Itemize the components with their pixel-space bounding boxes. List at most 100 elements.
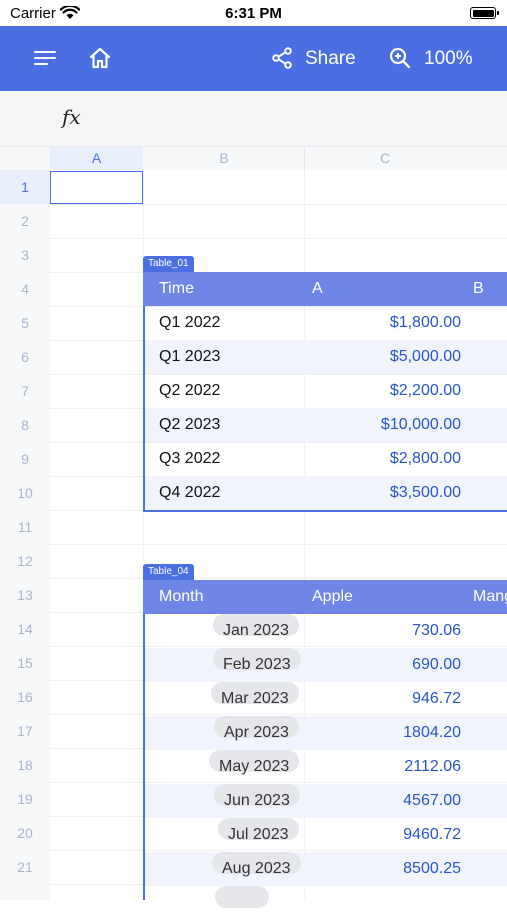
table-row[interactable]: Q1 2022 $1,800.00 (145, 306, 507, 340)
table-row[interactable]: Jul 2023 9460.72 (145, 818, 507, 852)
date-pill[interactable]: Mar 2023 (211, 682, 299, 707)
clock: 6:31 PM (225, 5, 282, 22)
column-header-c[interactable]: C (305, 147, 465, 170)
date-pill[interactable]: Feb 2023 (213, 648, 301, 673)
row-header-14[interactable]: 14 (0, 612, 50, 646)
table-01[interactable]: Table_01 Time A B Q1 2022 $1,800.00 Q1 2… (143, 256, 507, 512)
table-cell-value[interactable]: 946.72 (412, 682, 461, 716)
table-cell-value[interactable]: 690.00 (412, 648, 461, 682)
row-header-19[interactable]: 19 (0, 782, 50, 816)
date-pill[interactable]: Jul 2023 (218, 818, 299, 843)
table-cell-value[interactable]: 9460.72 (403, 818, 461, 852)
table-row[interactable]: Jun 2023 4567.00 (145, 784, 507, 818)
row-header-7[interactable]: 7 (0, 374, 50, 408)
table-header-row: Month Apple Mang (143, 580, 507, 614)
zoom-level[interactable]: 100% (424, 48, 473, 70)
table-row[interactable]: Mar 2023 946.72 (145, 682, 507, 716)
menu-icon[interactable] (34, 48, 56, 68)
table-cell-label[interactable]: Q1 2022 (159, 306, 220, 340)
row-header-3[interactable]: 3 (0, 238, 50, 272)
table-header-cell[interactable]: Apple (312, 580, 353, 614)
table-cell-value[interactable]: $5,000.00 (390, 340, 461, 374)
row-header-6[interactable]: 6 (0, 340, 50, 374)
table-row-partial[interactable] (145, 886, 507, 920)
row-header-15[interactable]: 15 (0, 646, 50, 680)
row-header-12[interactable]: 12 (0, 544, 50, 578)
table-name-tag[interactable]: Table_01 (143, 256, 194, 272)
row-header-13[interactable]: 13 (0, 578, 50, 612)
row-header-16[interactable]: 16 (0, 680, 50, 714)
column-header-a[interactable]: A (50, 147, 143, 170)
grid-row-line (50, 204, 507, 205)
table-name-tag[interactable]: Table_04 (143, 564, 194, 580)
date-pill[interactable] (215, 886, 269, 908)
row-header-1[interactable]: 1 (0, 170, 50, 204)
table-row[interactable]: Q2 2023 $10,000.00 (145, 408, 507, 442)
table-cell-value[interactable]: $1,800.00 (390, 306, 461, 340)
share-button[interactable]: Share (305, 48, 356, 70)
date-pill[interactable]: Jun 2023 (214, 784, 300, 809)
table-cell-value[interactable]: 4567.00 (403, 784, 461, 818)
table-header-cell[interactable]: B (473, 272, 484, 306)
column-header-b[interactable]: B (144, 147, 304, 170)
table-body: Q1 2022 $1,800.00 Q1 2023 $5,000.00 Q2 2… (143, 306, 507, 512)
row-header-2[interactable]: 2 (0, 204, 50, 238)
home-icon[interactable] (88, 46, 112, 70)
table-row[interactable]: Aug 2023 8500.25 (145, 852, 507, 886)
table-cell-value[interactable]: $10,000.00 (381, 408, 461, 442)
table-bottom-border (143, 510, 507, 512)
table-body: Jan 2023 730.06 Feb 2023 690.00 Mar 2023… (143, 614, 507, 908)
row-header-8[interactable]: 8 (0, 408, 50, 442)
table-row[interactable]: Q4 2022 $3,500.00 (145, 476, 507, 510)
row-header-5[interactable]: 5 (0, 306, 50, 340)
table-cell-label[interactable]: Q2 2022 (159, 374, 220, 408)
selected-cell-a1[interactable] (50, 171, 143, 204)
table-row[interactable]: Q2 2022 $2,200.00 (145, 374, 507, 408)
status-bar: Carrier 6:31 PM (0, 0, 507, 26)
grid-row-line (50, 544, 507, 545)
date-pill[interactable]: May 2023 (209, 750, 300, 775)
top-toolbar: Share 100% (0, 26, 507, 91)
date-pill[interactable]: Jan 2023 (213, 614, 299, 639)
table-cell-label[interactable]: Q4 2022 (159, 476, 220, 510)
row-header-9[interactable]: 9 (0, 442, 50, 476)
row-header-20[interactable]: 20 (0, 816, 50, 850)
row-header-11[interactable]: 11 (0, 510, 50, 544)
table-header-cell[interactable]: A (312, 272, 323, 306)
formula-bar[interactable]: fx (0, 91, 507, 147)
column-header: A B C (0, 147, 507, 170)
row-header-17[interactable]: 17 (0, 714, 50, 748)
row-header-21[interactable]: 21 (0, 850, 50, 884)
row-header: 1 2 3 4 5 6 7 8 9 10 11 12 13 14 15 16 1… (0, 170, 50, 900)
row-header-18[interactable]: 18 (0, 748, 50, 782)
date-pill[interactable]: Aug 2023 (212, 852, 301, 877)
table-header-cell[interactable]: Time (159, 272, 194, 306)
table-row[interactable]: Feb 2023 690.00 (145, 648, 507, 682)
table-row[interactable]: May 2023 2112.06 (145, 750, 507, 784)
table-row[interactable]: Q3 2022 $2,800.00 (145, 442, 507, 476)
share-icon[interactable] (270, 46, 294, 70)
table-cell-value[interactable]: 8500.25 (403, 852, 461, 886)
table-row[interactable]: Jan 2023 730.06 (145, 614, 507, 648)
table-header-cell[interactable]: Month (159, 580, 203, 614)
table-cell-value[interactable]: $2,800.00 (390, 442, 461, 476)
table-header-cell[interactable]: Mang (473, 580, 507, 614)
table-row[interactable]: Apr 2023 1804.20 (145, 716, 507, 750)
grid-row-line (50, 238, 507, 239)
zoom-icon[interactable] (388, 46, 412, 70)
table-cell-value[interactable]: $2,200.00 (390, 374, 461, 408)
table-header-row: Time A B (143, 272, 507, 306)
table-04[interactable]: Table_04 Month Apple Mang Jan 2023 730.0… (143, 564, 507, 908)
row-header-10[interactable]: 10 (0, 476, 50, 510)
table-row[interactable]: Q1 2023 $5,000.00 (145, 340, 507, 374)
table-cell-value[interactable]: $3,500.00 (390, 476, 461, 510)
table-cell-label[interactable]: Q3 2022 (159, 442, 220, 476)
table-cell-value[interactable]: 2112.06 (404, 750, 461, 784)
date-pill[interactable]: Apr 2023 (214, 716, 299, 741)
table-cell-value[interactable]: 730.06 (412, 614, 461, 648)
table-cell-label[interactable]: Q2 2023 (159, 408, 220, 442)
table-cell-label[interactable]: Q1 2023 (159, 340, 220, 374)
fx-icon: fx (62, 105, 81, 129)
table-cell-value[interactable]: 1804.20 (403, 716, 461, 750)
row-header-4[interactable]: 4 (0, 272, 50, 306)
